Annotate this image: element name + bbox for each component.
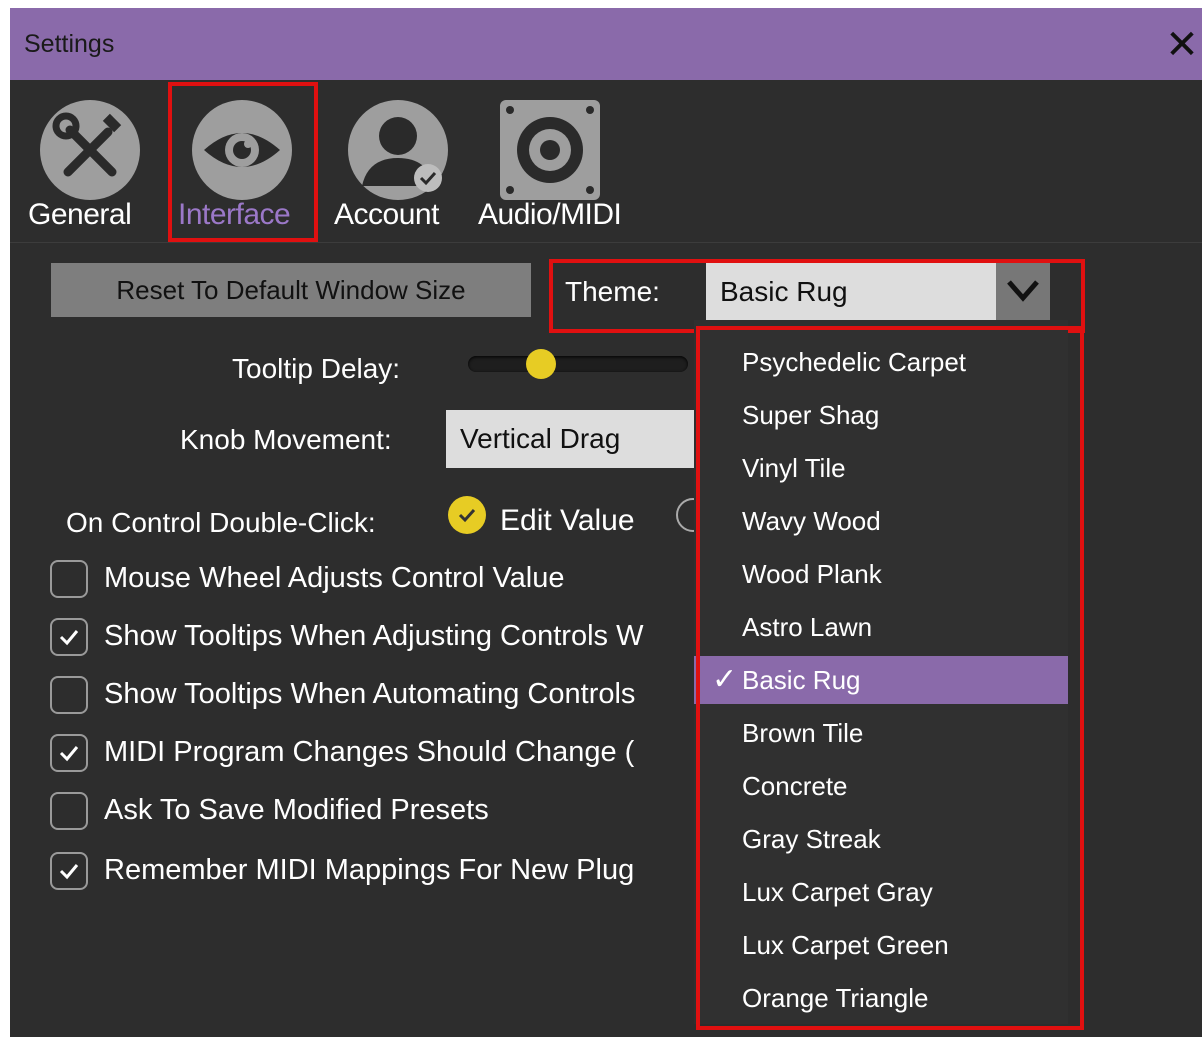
dropdown-item-label: Concrete <box>742 771 848 801</box>
edit-value-radio[interactable] <box>448 496 486 534</box>
tab-account[interactable]: Account <box>332 80 464 242</box>
check-icon: ✓ <box>712 663 738 696</box>
chevron-down-icon[interactable] <box>996 262 1050 320</box>
tab-label: Account <box>334 198 439 231</box>
tab-label: Interface <box>178 198 291 231</box>
tools-icon <box>38 98 142 207</box>
tab-label: Audio/MIDI <box>478 198 622 231</box>
theme-selected-value: Basic Rug <box>720 276 848 307</box>
dropdown-item-label: Vinyl Tile <box>742 453 846 483</box>
theme-select[interactable]: Basic Rug <box>706 262 1050 320</box>
dropdown-item[interactable]: Vinyl Tile <box>694 444 1068 492</box>
dropdown-item[interactable]: Astro Lawn <box>694 603 1068 651</box>
tab-general[interactable]: General <box>28 80 158 242</box>
reset-window-size-button[interactable]: Reset To Default Window Size <box>51 263 531 317</box>
checkbox[interactable] <box>50 560 88 598</box>
dropdown-item-label: Wavy Wood <box>742 506 881 536</box>
title-bar: Settings ✕ <box>10 8 1202 80</box>
checkbox-label: Mouse Wheel Adjusts Control Value <box>104 562 565 594</box>
speaker-icon <box>498 98 602 207</box>
checkmark-icon <box>59 630 79 646</box>
dropdown-item[interactable]: Wavy Wood <box>694 497 1068 545</box>
checkbox-label: Show Tooltips When Automating Controls <box>104 678 636 710</box>
checkbox[interactable] <box>50 676 88 714</box>
dropdown-item-label: Lux Carpet Green <box>742 930 949 960</box>
dropdown-item[interactable]: Brown Tile <box>694 709 1068 757</box>
checkmark-icon <box>59 864 79 880</box>
dropdown-item-label: Basic Rug <box>742 665 861 695</box>
checkmark-icon <box>59 746 79 762</box>
dropdown-item[interactable]: ✓ Basic Rug <box>694 656 1068 704</box>
knob-movement-label: Knob Movement: <box>180 424 392 455</box>
dropdown-item[interactable]: Concrete <box>694 762 1068 810</box>
dropdown-item[interactable]: Super Shag <box>694 391 1068 439</box>
theme-label: Theme: <box>565 276 660 307</box>
slider-thumb[interactable] <box>526 349 556 379</box>
close-button[interactable]: ✕ <box>1162 22 1202 68</box>
dropdown-item[interactable]: Orange Triangle <box>694 974 1068 1022</box>
knob-movement-select[interactable]: Vertical Drag <box>446 410 696 468</box>
tab-interface[interactable]: Interface <box>170 80 316 242</box>
settings-tab-bar: General Interface Account Audio/MIDI <box>10 80 1202 243</box>
checkbox[interactable] <box>50 792 88 830</box>
dropdown-item[interactable]: Wood Plank <box>694 550 1068 598</box>
checkbox[interactable] <box>50 618 88 656</box>
edit-value-label: Edit Value <box>500 504 635 537</box>
tab-audio-midi[interactable]: Audio/MIDI <box>478 80 628 242</box>
dropdown-item-label: Psychedelic Carpet <box>742 347 966 377</box>
eye-icon <box>190 98 294 207</box>
checkbox-label: Show Tooltips When Adjusting Controls W <box>104 620 644 652</box>
checkbox-label: Ask To Save Modified Presets <box>104 794 489 826</box>
dropdown-item-label: Orange Triangle <box>742 983 929 1013</box>
dropdown-item[interactable]: Lux Carpet Green <box>694 921 1068 969</box>
checkbox-label: Remember MIDI Mappings For New Plug <box>104 854 635 886</box>
dropdown-item-label: Super Shag <box>742 400 880 430</box>
theme-dropdown-menu: Psychedelic Carpet Super Shag Vinyl Tile Wa… <box>694 320 1068 1024</box>
dropdown-item-label: Brown Tile <box>742 718 864 748</box>
dropdown-item-label: Gray Streak <box>742 824 881 854</box>
checkbox[interactable] <box>50 852 88 890</box>
tooltip-delay-slider[interactable] <box>468 356 688 372</box>
checkbox-label: MIDI Program Changes Should Change ( <box>104 736 635 768</box>
checkbox[interactable] <box>50 734 88 772</box>
dropdown-item[interactable]: Lux Carpet Gray <box>694 868 1068 916</box>
dropdown-item-label: Astro Lawn <box>742 612 873 642</box>
tooltip-delay-label: Tooltip Delay: <box>232 353 401 384</box>
window-title: Settings <box>24 30 115 58</box>
dropdown-item-label: Lux Carpet Gray <box>742 877 933 907</box>
dropdown-item[interactable]: Gray Streak <box>694 815 1068 863</box>
tab-label: General <box>28 198 132 231</box>
checkbox-list: Mouse Wheel Adjusts Control Value Show To… <box>0 540 690 940</box>
dropdown-item[interactable]: Psychedelic Carpet <box>694 338 1068 386</box>
double-click-label: On Control Double-Click: <box>66 507 376 538</box>
user-icon <box>346 98 450 207</box>
dropdown-item-label: Wood Plank <box>742 559 882 589</box>
